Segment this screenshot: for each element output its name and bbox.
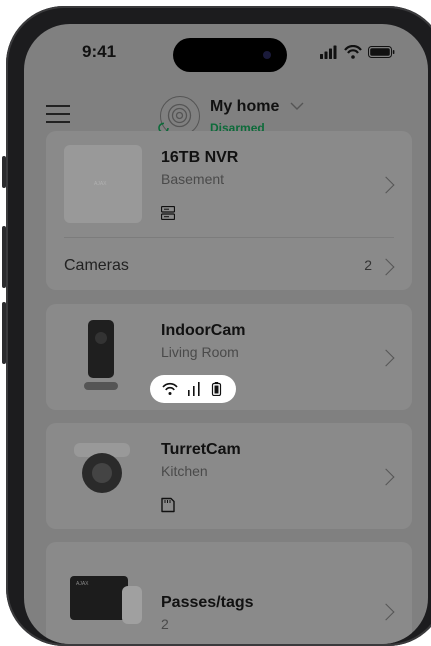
- device-card-passes-tags[interactable]: AJAX Passes/tags 2: [46, 542, 412, 644]
- volume-down-button: [2, 302, 6, 364]
- chevron-right-icon: [377, 349, 395, 367]
- chevron-down-icon: [290, 102, 304, 111]
- card-divider: [64, 237, 394, 238]
- phone-frame: 9:41 My home Disarmed AJAX 16TB NVR Base…: [2, 6, 431, 646]
- device-card-indoorcam[interactable]: IndoorCam Living Room: [46, 304, 412, 410]
- turretcam-thumbnail: [72, 443, 132, 503]
- cameras-count: 2: [364, 257, 372, 273]
- home-selector[interactable]: My home: [210, 98, 304, 116]
- menu-button[interactable]: [46, 105, 70, 123]
- nvr-thumbnail: AJAX: [64, 145, 142, 223]
- device-subtitle: Basement: [161, 171, 225, 187]
- device-title: 16TB NVR: [161, 149, 239, 166]
- device-title: IndoorCam: [161, 322, 246, 339]
- wifi-icon: [162, 382, 178, 395]
- connection-status-badge: [150, 375, 236, 403]
- home-title: My home: [210, 98, 280, 115]
- device-subtitle: Kitchen: [161, 463, 208, 479]
- phone-screen: 9:41 My home Disarmed AJAX 16TB NVR Base…: [24, 24, 428, 644]
- server-icon: [161, 206, 175, 220]
- sd-card-icon: [161, 497, 175, 513]
- device-card-turretcam[interactable]: TurretCam Kitchen: [46, 423, 412, 529]
- device-title: TurretCam: [161, 441, 241, 458]
- chevron-right-icon: [377, 468, 395, 486]
- wifi-status-icon: [344, 44, 362, 59]
- indoorcam-thumbnail: [80, 320, 122, 398]
- cellular-signal-icon: [320, 45, 337, 59]
- app-header: My home Disarmed: [24, 80, 428, 136]
- device-subtitle: Living Room: [161, 344, 239, 360]
- device-title: Passes/tags: [161, 594, 254, 611]
- device-subtitle: 2: [161, 616, 169, 632]
- status-bar: 9:41: [24, 24, 428, 80]
- device-card-nvr[interactable]: AJAX 16TB NVR Basement Cameras 2: [46, 131, 412, 290]
- volume-up-button: [2, 226, 6, 288]
- cameras-row-label[interactable]: Cameras: [64, 257, 129, 275]
- status-time: 9:41: [82, 42, 117, 61]
- signal-bars-icon: [188, 382, 200, 396]
- battery-icon: [211, 382, 222, 396]
- chevron-right-icon: [377, 603, 395, 621]
- home-avatar-icon[interactable]: [158, 96, 200, 136]
- status-icons: [320, 44, 400, 59]
- action-button: [2, 156, 6, 188]
- cameras-chevron-icon[interactable]: [377, 258, 395, 276]
- dynamic-island: [173, 38, 287, 72]
- chevron-right-icon: [377, 176, 395, 194]
- menu-icon: [46, 105, 70, 107]
- passes-thumbnail: AJAX: [70, 576, 150, 636]
- battery-status-icon: [368, 46, 395, 58]
